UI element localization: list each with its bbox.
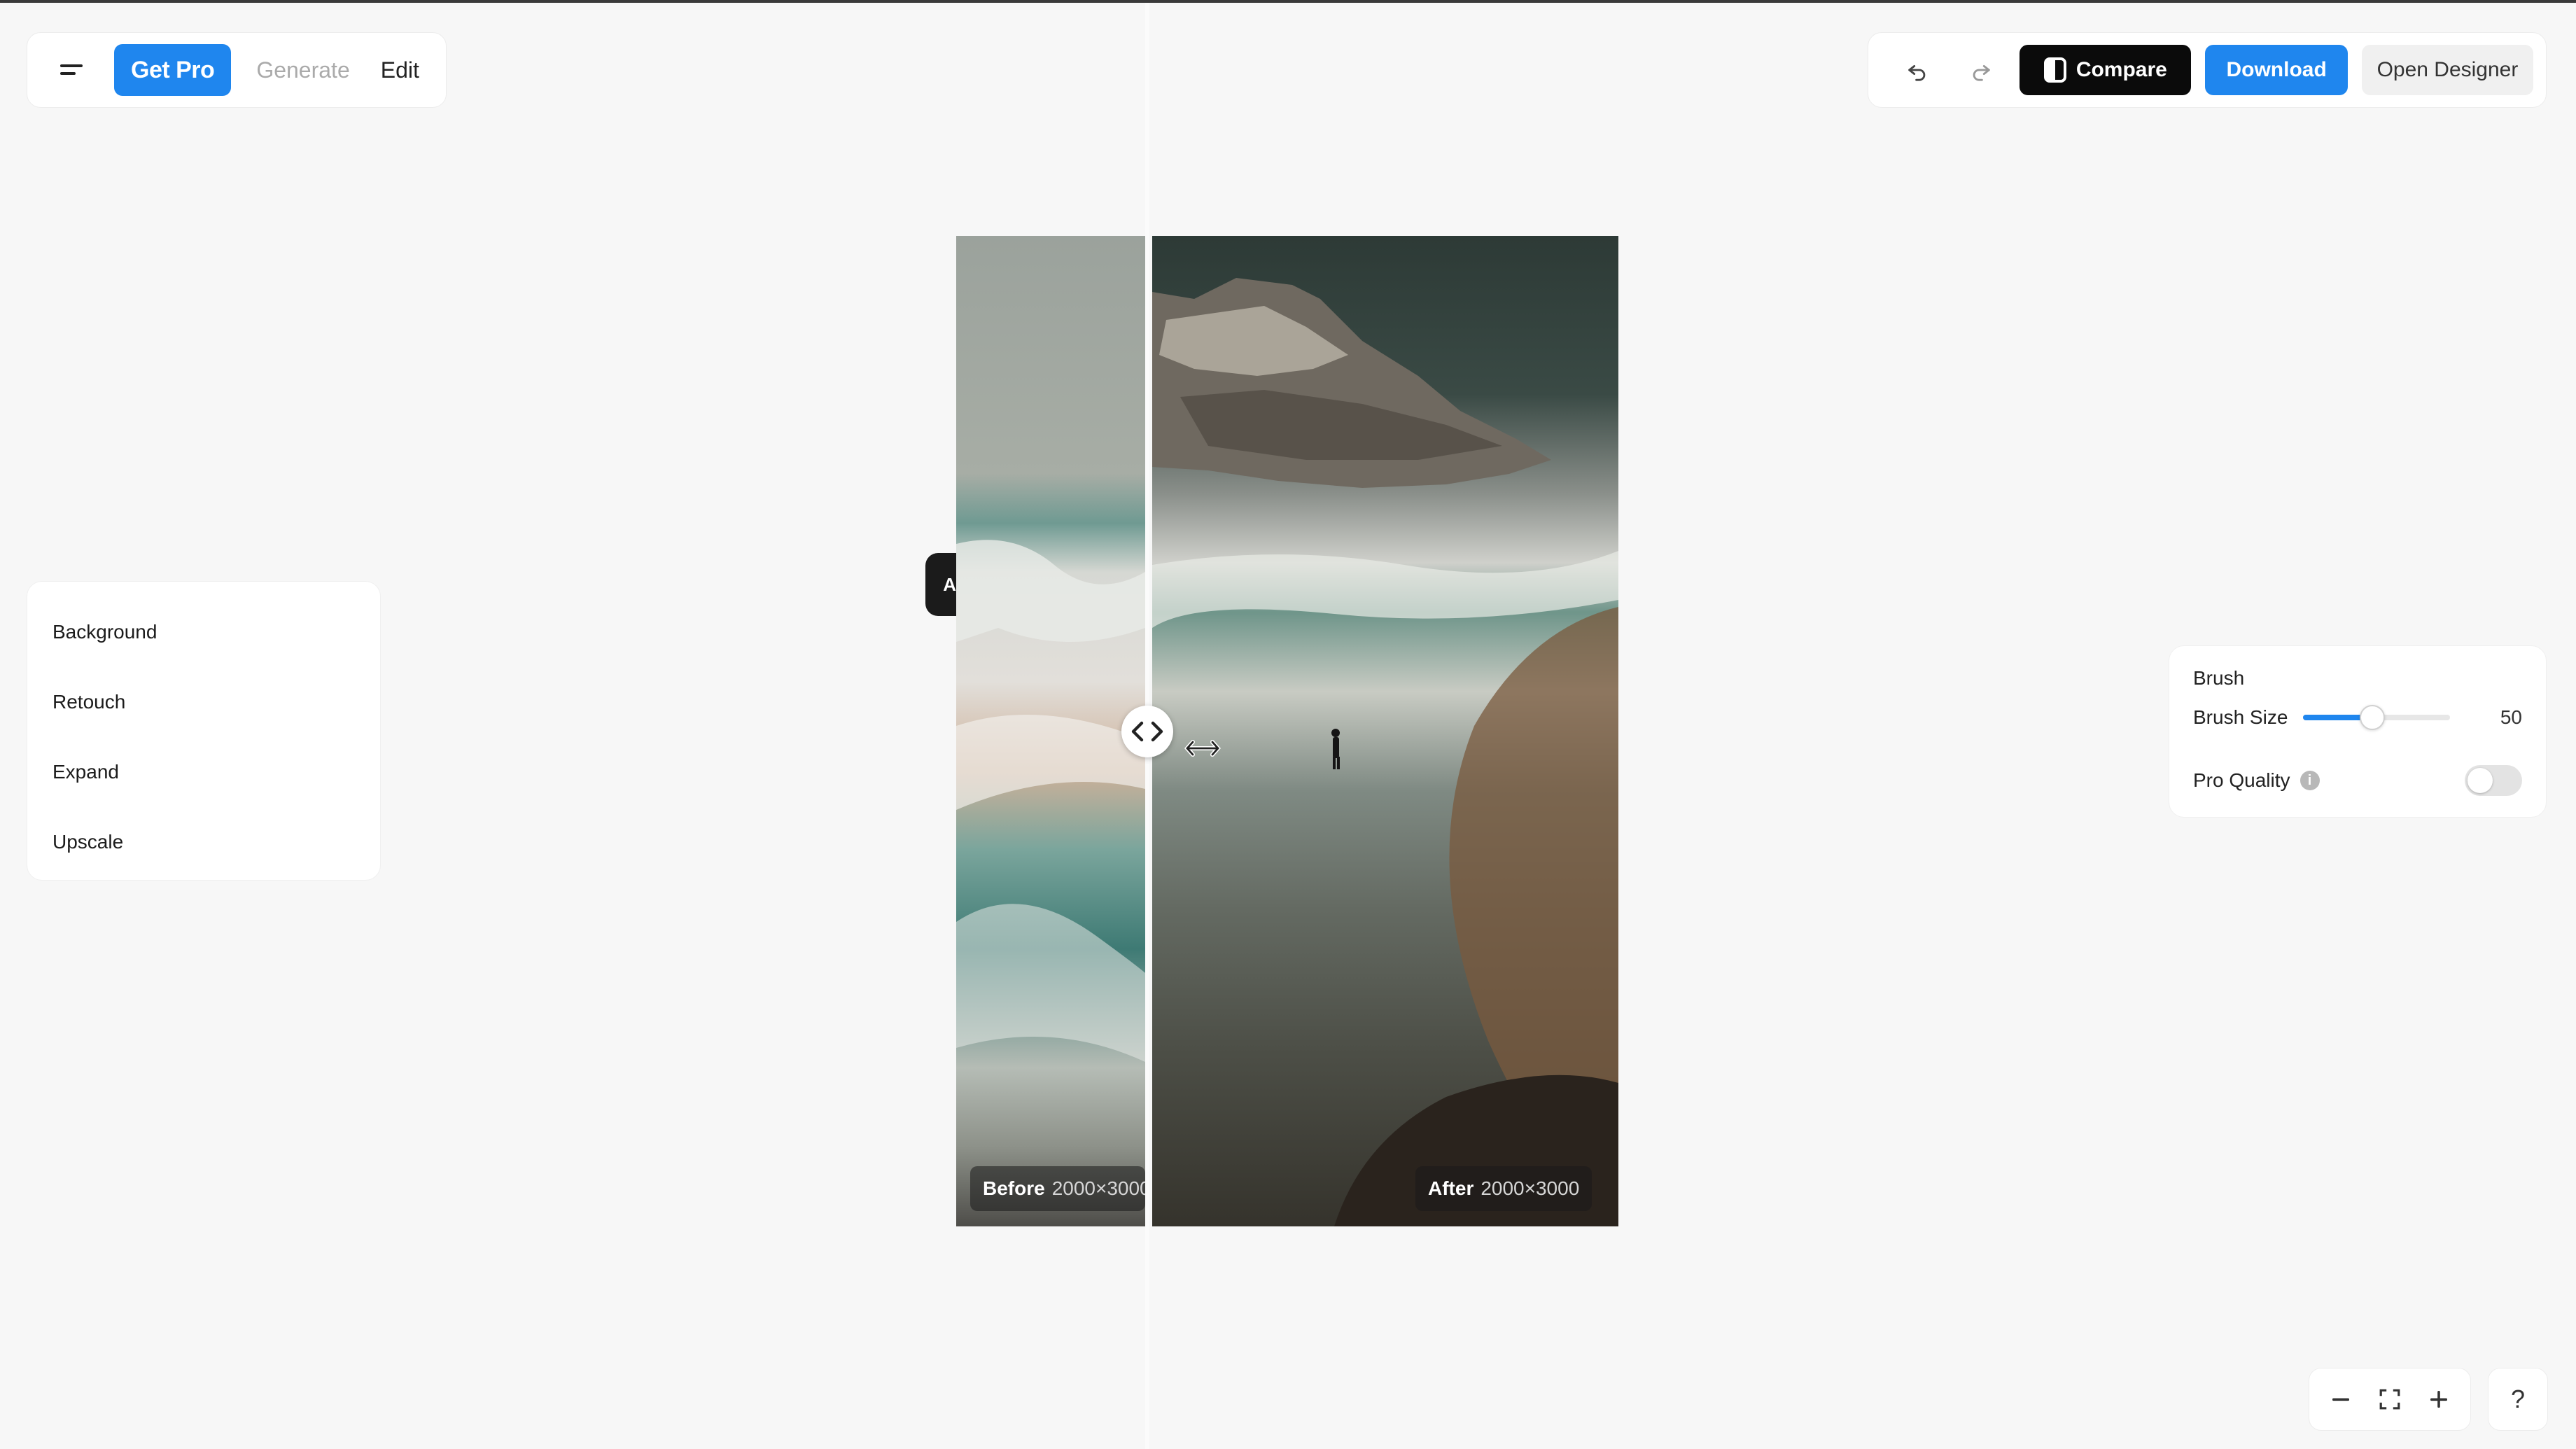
before-image: [956, 236, 1145, 1226]
after-label: After: [1428, 1177, 1474, 1199]
info-icon[interactable]: i: [2300, 771, 2320, 790]
fullscreen-icon: [2379, 1389, 2400, 1410]
resize-cursor-icon: [1184, 740, 1221, 757]
after-badge: After 2000×3000: [1415, 1166, 1592, 1211]
compare-label: Compare: [2076, 58, 2167, 81]
menu-icon: [60, 64, 83, 75]
generate-tab[interactable]: Generate: [251, 57, 355, 83]
redo-button[interactable]: [1956, 45, 2005, 95]
download-button[interactable]: Download: [2205, 45, 2348, 95]
redo-icon: [1973, 64, 1990, 81]
before-badge: Before 2000×3000: [970, 1166, 1145, 1211]
undo-icon: [1907, 64, 1925, 81]
side-tab[interactable]: A: [925, 553, 960, 616]
brush-panel: Brush Brush Size 50 Pro Quality i: [2169, 645, 2547, 818]
menu-button[interactable]: [50, 48, 94, 92]
pro-quality-row: Pro Quality i: [2193, 760, 2522, 802]
tool-background[interactable]: Background: [27, 597, 380, 667]
get-pro-button[interactable]: Get Pro: [114, 44, 232, 96]
before-size: 2000×3000: [1051, 1177, 1145, 1199]
top-right-toolbar: Compare Download Open Designer: [1868, 32, 2547, 108]
brush-size-row: Brush Size 50: [2193, 696, 2522, 738]
compare-button[interactable]: Compare: [2019, 45, 2192, 95]
brush-size-slider[interactable]: [2303, 705, 2451, 730]
after-size: 2000×3000: [1480, 1177, 1580, 1199]
undo-button[interactable]: [1892, 45, 1942, 95]
tool-expand[interactable]: Expand: [27, 737, 380, 807]
after-image: [1152, 236, 1618, 1226]
pro-quality-label: Pro Quality: [2193, 769, 2290, 791]
minus-icon: [2332, 1398, 2349, 1401]
fit-screen-button[interactable]: [2370, 1380, 2409, 1419]
before-label: Before: [983, 1177, 1045, 1199]
tool-retouch[interactable]: Retouch: [27, 667, 380, 737]
open-designer-button[interactable]: Open Designer: [2361, 45, 2533, 95]
help-button[interactable]: ?: [2488, 1368, 2548, 1431]
app-window: Get Pro Generate Edit Compare Download O…: [0, 0, 2576, 1449]
pro-quality-toggle[interactable]: [2465, 765, 2522, 796]
plus-icon: [2430, 1391, 2447, 1408]
image-canvas[interactable]: [956, 236, 1618, 1226]
top-left-toolbar: Get Pro Generate Edit: [27, 32, 447, 108]
brush-size-slider-thumb[interactable]: [2360, 705, 2386, 730]
zoom-controls: [2309, 1368, 2471, 1431]
zoom-out-button[interactable]: [2321, 1380, 2360, 1419]
brush-size-label: Brush Size: [2193, 706, 2288, 728]
tool-upscale[interactable]: Upscale: [27, 807, 380, 877]
edit-tools-panel: Background Retouch Expand Upscale: [27, 581, 381, 881]
compare-handle[interactable]: [1121, 706, 1173, 757]
chevrons-left-right-icon: [1131, 721, 1163, 742]
compare-icon: [2043, 57, 2066, 83]
edit-tab[interactable]: Edit: [375, 57, 425, 83]
brush-size-value: 50: [2500, 706, 2522, 728]
pro-quality-toggle-knob: [2468, 768, 2493, 793]
zoom-in-button[interactable]: [2419, 1380, 2458, 1419]
brush-title: Brush: [2193, 667, 2245, 689]
